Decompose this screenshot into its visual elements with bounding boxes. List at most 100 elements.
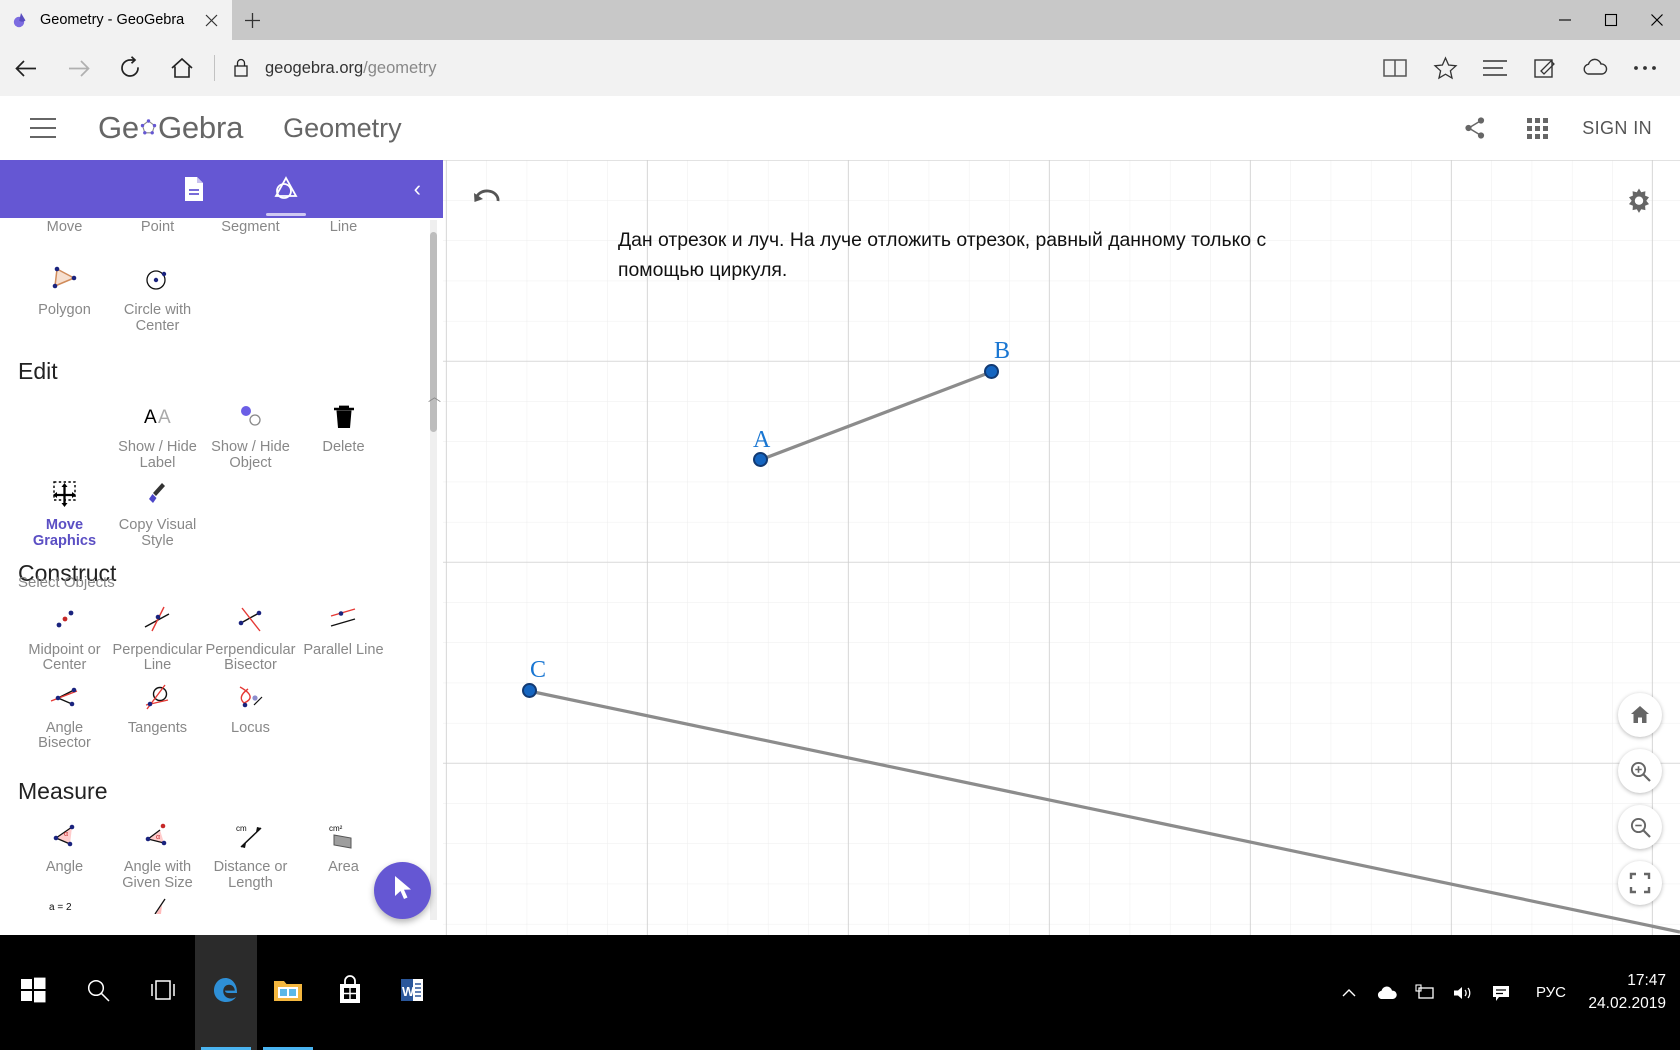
taskbar-items: W (0, 935, 443, 1050)
chevron-up-icon[interactable]: ︿ (428, 386, 441, 405)
hub-lines-icon[interactable] (1470, 46, 1520, 90)
store-button[interactable] (319, 935, 381, 1050)
search-button[interactable] (65, 935, 130, 1050)
home-icon (1631, 706, 1649, 723)
locus-icon (231, 680, 271, 716)
tools-sidebar: ‹ Move Point Segment Line Polygon Circle… (0, 160, 443, 935)
settings-button[interactable] (1620, 182, 1658, 220)
share-icon[interactable] (1458, 111, 1492, 145)
tool-locus[interactable]: Locus (204, 674, 297, 752)
tool-perpendicular-bisector[interactable]: Perpendicular Bisector (204, 596, 297, 674)
message-icon[interactable] (1482, 935, 1520, 1050)
geogebra-logo[interactable]: Ge Gebra (98, 110, 243, 146)
logo-text-post: Gebra (157, 110, 244, 145)
tangents-icon (138, 680, 178, 716)
tools-tab[interactable] (258, 165, 314, 216)
tool-angle-partial[interactable] (111, 891, 204, 935)
undo-button[interactable] (465, 180, 509, 222)
reload-icon[interactable] (104, 46, 156, 90)
browser-tab[interactable]: Geometry - GeoGebra (0, 0, 232, 40)
chevron-up-icon[interactable] (1330, 935, 1368, 1050)
clock[interactable]: 17:47 24.02.2019 (1582, 970, 1666, 1015)
tool-point[interactable]: Point (111, 218, 204, 242)
file-explorer-button[interactable] (257, 935, 319, 1050)
home-icon[interactable] (156, 46, 208, 90)
tool-label: Point (140, 219, 175, 235)
svg-text:W: W (402, 984, 415, 999)
tool-move-graphics[interactable]: Move Graphics (18, 471, 111, 549)
point-label-A: A (753, 427, 771, 453)
book-icon[interactable] (1370, 46, 1420, 90)
graphics-view[interactable]: Дан отрезок и луч. На луче отложить отре… (443, 160, 1680, 935)
speaker-icon[interactable] (1444, 935, 1482, 1050)
tool-angle-with-given-size[interactable]: α Angle with Given Size (111, 813, 204, 891)
tool-tangents[interactable]: Tangents (111, 674, 204, 752)
window-maximize-button[interactable] (1588, 0, 1634, 40)
undo-icon (474, 189, 500, 202)
more-ellipsis-icon[interactable] (1620, 46, 1670, 90)
task-text[interactable]: Дан отрезок и луч. На луче отложить отре… (618, 226, 1348, 286)
tool-show-hide-label[interactable]: AA Show / Hide Label (111, 393, 204, 471)
point-label-C: C (530, 657, 547, 683)
angle-given-size-icon: α (138, 819, 178, 855)
tab-close-icon[interactable] (198, 7, 224, 33)
tool-angle[interactable]: α Angle (18, 813, 111, 891)
distance-length-icon: cm (231, 819, 271, 855)
address-bar[interactable]: geogebra.org/geometry (265, 59, 437, 78)
tool-parallel-line[interactable]: Parallel Line (297, 596, 390, 674)
share-cloud-icon[interactable] (1570, 46, 1620, 90)
start-button[interactable] (0, 935, 65, 1050)
home-view-button[interactable] (1618, 693, 1662, 737)
window-close-button[interactable] (1634, 0, 1680, 40)
sign-in-button[interactable]: SIGN IN (1582, 118, 1652, 139)
language-indicator[interactable]: РУС (1520, 984, 1582, 1001)
svg-text:cm: cm (236, 824, 247, 833)
tool-line[interactable]: Line (297, 218, 390, 242)
zoom-out-button[interactable] (1618, 805, 1662, 849)
apps-grid-icon[interactable] (1520, 111, 1554, 145)
task-view-button[interactable] (130, 935, 195, 1050)
cloud-icon[interactable] (1368, 935, 1406, 1050)
collapse-panel-button[interactable]: ‹ (414, 178, 421, 200)
window-minimize-button[interactable] (1542, 0, 1588, 40)
forward-arrow-icon[interactable] (52, 46, 104, 90)
tool-angle-bisector[interactable]: Angle Bisector (18, 674, 111, 752)
monitor-icon[interactable] (1406, 935, 1444, 1050)
tab-title: Geometry - GeoGebra (40, 12, 185, 28)
tool-cursor-fab[interactable] (374, 862, 431, 919)
lock-icon (223, 57, 259, 79)
tool-copy-visual-style[interactable]: Copy Visual Style (111, 471, 204, 549)
point-B[interactable] (984, 364, 999, 379)
tool-distance-or-length[interactable]: cm Distance or Length (204, 813, 297, 891)
tool-label: Angle with Given Size (122, 859, 193, 891)
tool-move[interactable]: Move (18, 218, 111, 242)
star-icon[interactable] (1420, 46, 1470, 90)
midpoint-icon (45, 602, 85, 638)
point-A[interactable] (753, 452, 768, 467)
angle-partial-icon (138, 897, 178, 915)
tool-empty (204, 471, 297, 549)
fullscreen-button[interactable] (1618, 861, 1662, 905)
new-tab-button[interactable] (232, 0, 272, 40)
word-button[interactable]: W (381, 935, 443, 1050)
parallel-line-icon (324, 602, 364, 638)
tool-perpendicular-line[interactable]: Perpendicular Line (111, 596, 204, 674)
tool-slider[interactable]: a = 2 (18, 891, 111, 935)
section-title-measure: Measure (18, 778, 108, 805)
tool-midpoint-or-center[interactable]: Midpoint or Center (18, 596, 111, 674)
web-note-icon[interactable] (1520, 46, 1570, 90)
tool-circle-with-center[interactable]: Circle with Center (111, 256, 204, 334)
hamburger-menu-icon[interactable] (30, 118, 56, 138)
tool-polygon[interactable]: Polygon (18, 256, 111, 334)
tool-delete[interactable]: Delete (297, 393, 390, 471)
tools-scroll-area[interactable]: Move Point Segment Line Polygon Circle w… (0, 218, 443, 935)
back-arrow-icon[interactable] (0, 46, 52, 90)
move-graphics-icon (45, 477, 85, 513)
tool-show-hide-object[interactable]: Show / Hide Object (204, 393, 297, 471)
point-C[interactable] (522, 683, 537, 698)
edge-button[interactable] (195, 935, 257, 1050)
zoom-in-button[interactable] (1618, 749, 1662, 793)
document-tab[interactable] (166, 165, 222, 213)
tool-segment[interactable]: Segment (204, 218, 297, 242)
show-hide-label-icon: AA (138, 399, 178, 435)
